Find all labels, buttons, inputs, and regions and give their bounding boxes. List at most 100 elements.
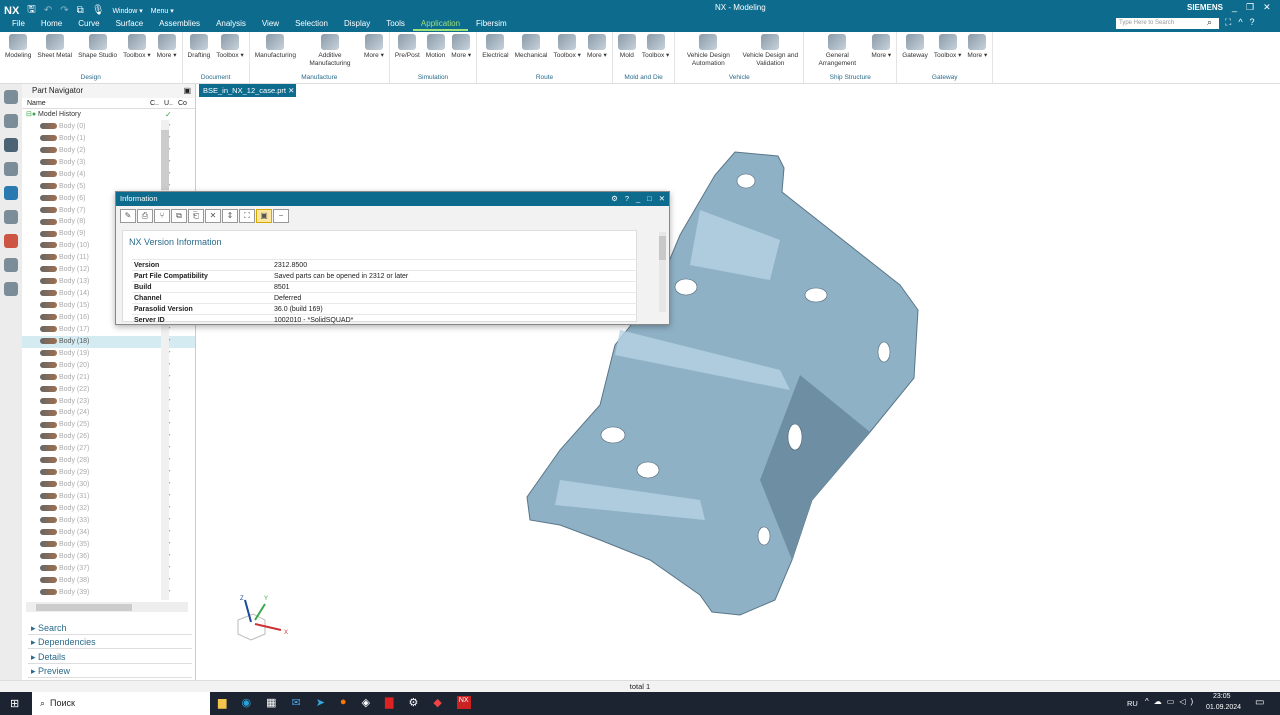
more-button[interactable]: More ▾ [964,32,990,73]
additive-manufacturing-button[interactable]: Additive Manufacturing [299,32,361,73]
tab-view[interactable]: View [254,17,287,31]
edit-icon[interactable]: ✎ [120,209,136,223]
tree-node-body[interactable]: Body (22)✓ [22,384,195,396]
more-button[interactable]: More ▾ [154,32,180,73]
telegram-icon[interactable]: ➤ [316,696,325,709]
collapse-ribbon-icon[interactable]: ^ [1238,17,1242,28]
column-co[interactable]: Co [178,99,187,108]
command-search-input[interactable]: Type Here to Search [1116,18,1219,29]
toolbox-button[interactable]: Toolbox ▾ [931,32,964,73]
fit-icon[interactable]: ⇕ [222,209,238,223]
system-materials-icon[interactable] [4,282,18,296]
maximize-button[interactable]: □ [647,192,652,206]
mechanical-button[interactable]: Mechanical [512,32,551,73]
section-preview[interactable]: ▸ Preview [28,664,192,678]
window-menu[interactable]: Window ▾ [112,7,142,15]
save-icon[interactable]: ▣ [256,209,272,223]
taskbar-search[interactable]: ⌕ Поиск [32,692,210,715]
redo-icon[interactable]: ↷ [60,5,68,16]
more-button[interactable]: More ▾ [361,32,387,73]
tab-application[interactable]: Application [412,17,469,31]
info-scrollbar[interactable] [659,232,666,312]
tree-node-body[interactable]: Body (32)✓ [22,503,195,515]
tree-node-body[interactable]: Body (27)✓ [22,443,195,455]
constraint-navigator-icon[interactable] [4,162,18,176]
restore-button[interactable]: ❐ [1246,2,1254,13]
part-navigator-icon[interactable] [4,138,18,152]
graphics-window[interactable]: Z Y X [198,97,1280,680]
tree-node-body[interactable]: Body (4)✓ [22,169,195,181]
copy-icon[interactable]: ⧉ [171,209,187,223]
clock-date[interactable]: 01.09.2024 [1206,704,1241,711]
settings-icon[interactable]: ⚙ [611,192,618,206]
tab-display[interactable]: Display [336,17,378,31]
general-arrangement-button[interactable]: General Arrangement [806,32,868,73]
history-icon[interactable] [4,210,18,224]
settings-icon[interactable] [4,90,18,104]
tree-node-body[interactable]: Body (26)✓ [22,431,195,443]
app-icon[interactable]: ◈ [362,696,370,709]
tree-node-body[interactable]: Body (3)✓ [22,157,195,169]
minimize-button[interactable]: _ [636,192,640,206]
find-icon[interactable]: ⛶ [239,209,255,223]
tree-node-body[interactable]: Body (34)✓ [22,527,195,539]
web-browser-icon[interactable] [4,186,18,200]
tree-node-body[interactable]: Body (23)✓ [22,396,195,408]
tree-node-body[interactable]: Body (29)✓ [22,467,195,479]
store-icon[interactable]: ▦ [266,696,276,709]
help-icon[interactable]: ? [625,192,629,206]
close-button[interactable]: ✕ [1263,2,1271,13]
assembly-navigator-icon[interactable] [4,114,18,128]
language-indicator[interactable]: RU [1127,699,1138,708]
toolbox-button[interactable]: Toolbox ▾ [213,32,246,73]
tree-node-body[interactable]: Body (21)✓ [22,372,195,384]
drafting-button[interactable]: Drafting [185,32,214,73]
tree-node-body[interactable]: Body (17)✓ [22,324,195,336]
tree-node-body[interactable]: Body (33)✓ [22,515,195,527]
tab-home[interactable]: Home [33,17,70,31]
motion-button[interactable]: Motion [423,32,449,73]
tree-node-body[interactable]: Body (20)✓ [22,360,195,372]
toolbox-button[interactable]: Toolbox ▾ [120,32,153,73]
notifications-icon[interactable]: ▭ [1255,697,1264,708]
electrical-button[interactable]: Electrical [479,32,511,73]
tab-analysis[interactable]: Analysis [208,17,254,31]
more-button[interactable]: More ▾ [584,32,610,73]
main-menu[interactable]: Menu ▾ [151,7,174,15]
tree-node-body[interactable]: Body (28)✓ [22,455,195,467]
tab-surface[interactable]: Surface [108,17,152,31]
document-tab[interactable]: BSE_in_NX_12_case.prt ✕ [199,84,296,97]
pre-post-button[interactable]: Pre/Post [392,32,423,73]
app-icon-2[interactable]: ⚙ [409,696,419,709]
tree-node-body[interactable]: Body (0)✓ [22,121,195,133]
column-u[interactable]: U.. [164,99,178,108]
gateway-button[interactable]: Gateway [899,32,931,73]
navigator-hscroll-thumb[interactable] [36,604,132,611]
vehicle-design-automation-button[interactable]: Vehicle Design Automation [677,32,739,73]
shape-studio-button[interactable]: Shape Studio [75,32,120,73]
mold-button[interactable]: Mold [615,32,639,73]
tree-node-body[interactable]: Body (31)✓ [22,491,195,503]
section-dependencies[interactable]: ▸ Dependencies [28,635,192,649]
tree-node-body[interactable]: Body (2)✓ [22,145,195,157]
help-icon[interactable]: ? [1250,17,1255,28]
toolbox-button[interactable]: Toolbox ▾ [639,32,672,73]
clock-time[interactable]: 23:05 [1213,693,1231,700]
mic-icon[interactable]: 🎙 [92,5,105,16]
file-explorer-icon[interactable]: ▆ [218,696,226,709]
maximize-navigator-icon[interactable]: ▣ [183,84,191,98]
column-c[interactable]: C.. [150,99,164,108]
more-button[interactable]: More ▾ [448,32,474,73]
close-tab-icon[interactable]: ✕ [288,86,294,95]
print-icon[interactable]: ⎙ [137,209,153,223]
tab-tools[interactable]: Tools [378,17,413,31]
palette-icon[interactable] [4,234,18,248]
tree-node-body[interactable]: Body (24)✓ [22,407,195,419]
tab-assemblies[interactable]: Assemblies [151,17,208,31]
tree-node-body[interactable]: Body (30)✓ [22,479,195,491]
roles-icon[interactable] [4,258,18,272]
tree-node-body[interactable]: Body (36)✓ [22,551,195,563]
tree-node-body[interactable]: Body (1)✓ [22,133,195,145]
collapse-icon[interactable]: − [273,209,289,223]
tab-fibersim[interactable]: Fibersim [468,17,515,31]
